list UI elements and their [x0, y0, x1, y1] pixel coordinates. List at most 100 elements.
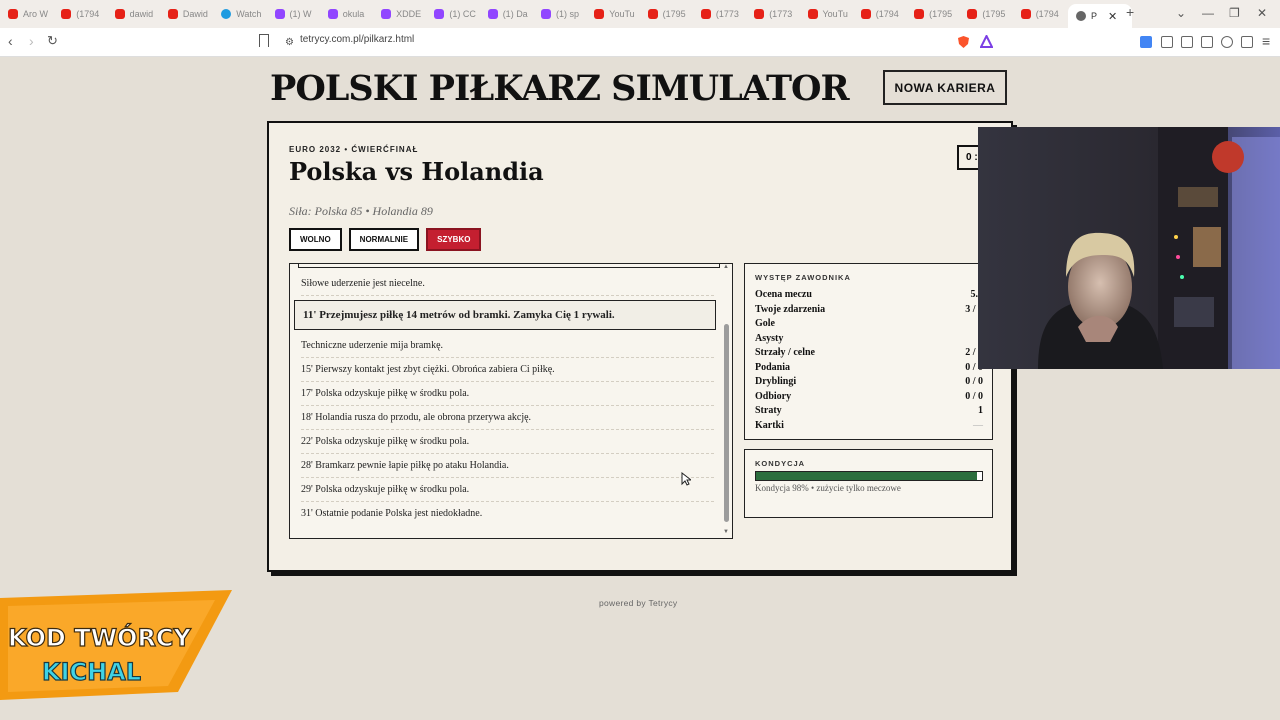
stat-value: —	[973, 419, 983, 431]
url-field[interactable]: tetrycy.com.pl/pilkarz.html	[300, 34, 414, 45]
mouse-cursor-icon	[681, 472, 691, 486]
tab-label: Aro W	[23, 9, 49, 19]
browser-tab[interactable]: (1794	[1020, 4, 1067, 24]
new-career-button[interactable]: NOWA KARIERA	[883, 70, 1007, 105]
youtube-icon	[967, 9, 978, 19]
creator-code-banner: KOD TWÓRCY KICHAL	[0, 590, 232, 700]
shield-icon[interactable]	[1241, 36, 1253, 48]
stat-row: Dryblingi 0 / 0	[755, 376, 983, 387]
condition-title: KONDYCJA	[755, 459, 806, 468]
minimize-button[interactable]: —	[1202, 6, 1214, 20]
menu-icon[interactable]: ≡	[1262, 34, 1270, 48]
tab-active[interactable]: P ✕	[1068, 4, 1132, 28]
tab-search-icon[interactable]: ⌄	[1176, 6, 1186, 20]
stat-row: Asysty0	[755, 333, 983, 344]
stat-row: Odbiory 0 / 0	[755, 391, 983, 402]
speed-normal-button[interactable]: NORMALNIE	[348, 228, 420, 251]
tab-label: dawid	[129, 9, 154, 19]
tab-label: (1795	[929, 9, 953, 19]
close-tab-icon[interactable]: ✕	[1108, 10, 1117, 23]
stat-row: Gole0	[755, 318, 983, 329]
new-tab-button[interactable]: +	[1126, 4, 1134, 20]
tab-label: (1794	[875, 9, 899, 19]
event-item: 15' Pierwszy kontakt jest zbyt ciężki. O…	[301, 364, 714, 382]
browser-tab[interactable]: Dawid	[167, 4, 214, 24]
match-card: EURO 2032 • ĆWIERĆFINAŁ Polska vs Holand…	[267, 121, 1013, 572]
browser-tab[interactable]: YouTu	[807, 4, 854, 24]
stat-label: Straty	[755, 405, 782, 416]
tab-label: (1795	[982, 9, 1006, 19]
browser-tab[interactable]: Aro W	[8, 4, 54, 24]
youtube-icon	[647, 9, 658, 19]
browser-tab[interactable]: Watch	[221, 4, 267, 24]
event-log[interactable]: Siłowe uderzenie jest niecelne. 11' Prze…	[289, 263, 733, 539]
event-item: Techniczne uderzenie mija bramkę.	[301, 340, 714, 358]
youtube-icon	[114, 9, 125, 19]
twitch-icon	[381, 9, 392, 19]
stat-label: Asysty	[755, 332, 784, 344]
site-info-icon[interactable]: ⚙	[285, 36, 294, 50]
brave-rewards-icon[interactable]	[980, 35, 993, 48]
stat-value: 0 / 0	[965, 390, 983, 402]
scroll-up-icon[interactable]: ▲	[723, 264, 729, 270]
browser-tab[interactable]: dawid	[114, 4, 161, 24]
stat-row: Strzały / celne 2 / 0	[755, 347, 983, 358]
browser-tab[interactable]: (1773	[700, 4, 747, 24]
browser-tab[interactable]: (1794	[61, 4, 107, 24]
stat-label: Strzały / celne	[755, 347, 815, 358]
browser-tab[interactable]: (1794	[860, 4, 907, 24]
browser-tab[interactable]: (1795	[967, 4, 1013, 24]
tab-label: Watch	[236, 9, 262, 19]
youtube-icon	[594, 9, 605, 19]
scroll-thumb[interactable]	[724, 324, 729, 522]
extensions-icon[interactable]	[1161, 36, 1173, 48]
browser-tab[interactable]: (1773	[754, 4, 800, 24]
tab-label: (1) CC	[449, 9, 476, 19]
back-icon[interactable]: ‹	[8, 34, 13, 48]
youtube-icon	[914, 9, 925, 19]
restore-button[interactable]: ❐	[1229, 6, 1240, 20]
browser-tab[interactable]: (1795	[647, 4, 694, 24]
youtube-icon	[61, 9, 72, 19]
tab-label: YouTu	[822, 9, 848, 19]
event-item: 31' Ostatnie podanie Polska jest niedokł…	[301, 508, 483, 519]
browser-tab[interactable]: YouTu	[594, 4, 640, 24]
wallet-icon[interactable]	[1201, 36, 1213, 48]
leo-icon[interactable]	[1221, 36, 1233, 48]
youtube-icon	[1020, 9, 1031, 19]
scroll-down-icon[interactable]: ▼	[723, 529, 729, 535]
log-scrollbar[interactable]: ▲ ▼	[722, 264, 732, 538]
sidebar-icon[interactable]	[1181, 36, 1193, 48]
translate-icon[interactable]	[1140, 36, 1152, 48]
browser-tab[interactable]: (1) sp	[541, 4, 587, 24]
twitch-icon	[274, 9, 285, 19]
browser-tab[interactable]: okula	[327, 4, 374, 24]
browser-tab[interactable]: (1795	[914, 4, 960, 24]
forward-icon[interactable]: ›	[29, 34, 34, 48]
stat-label: Podania	[755, 361, 791, 373]
stat-row: Twoje zdarzenia 3 / 4	[755, 304, 983, 315]
brave-shield-icon[interactable]	[957, 35, 970, 49]
browser-tab[interactable]: (1) Da	[487, 4, 534, 24]
browser-tab[interactable]: (1) W	[274, 4, 321, 24]
tab-label: (1773	[769, 9, 793, 19]
twitch-icon	[487, 9, 498, 19]
tab-label: (1) sp	[556, 9, 580, 19]
speed-fast-button[interactable]: SZYBKO	[426, 228, 482, 251]
browser-tab[interactable]: XDDE	[381, 4, 427, 24]
event-item: 22' Polska odzyskuje piłkę w środku pola…	[301, 436, 714, 454]
window-close-button[interactable]: ✕	[1257, 6, 1267, 20]
speed-slow-button[interactable]: WOLNO	[289, 228, 342, 251]
bookmark-icon[interactable]	[259, 34, 269, 47]
tab-label: (1) Da	[502, 9, 528, 19]
tab-label: XDDE	[396, 9, 422, 19]
tab-label: Dawid	[182, 9, 208, 19]
event-item-highlighted: 11' Przejmujesz piłkę 14 metrów od bramk…	[294, 300, 716, 330]
active-tab-label: P	[1091, 11, 1098, 21]
tab-label: YouTu	[609, 9, 635, 19]
youtube-icon	[167, 9, 178, 19]
browser-tab[interactable]: (1) CC	[434, 4, 480, 24]
tab-label: okula	[342, 9, 365, 19]
reload-icon[interactable]: ↻	[47, 34, 58, 48]
tab-label: (1795	[662, 9, 686, 19]
